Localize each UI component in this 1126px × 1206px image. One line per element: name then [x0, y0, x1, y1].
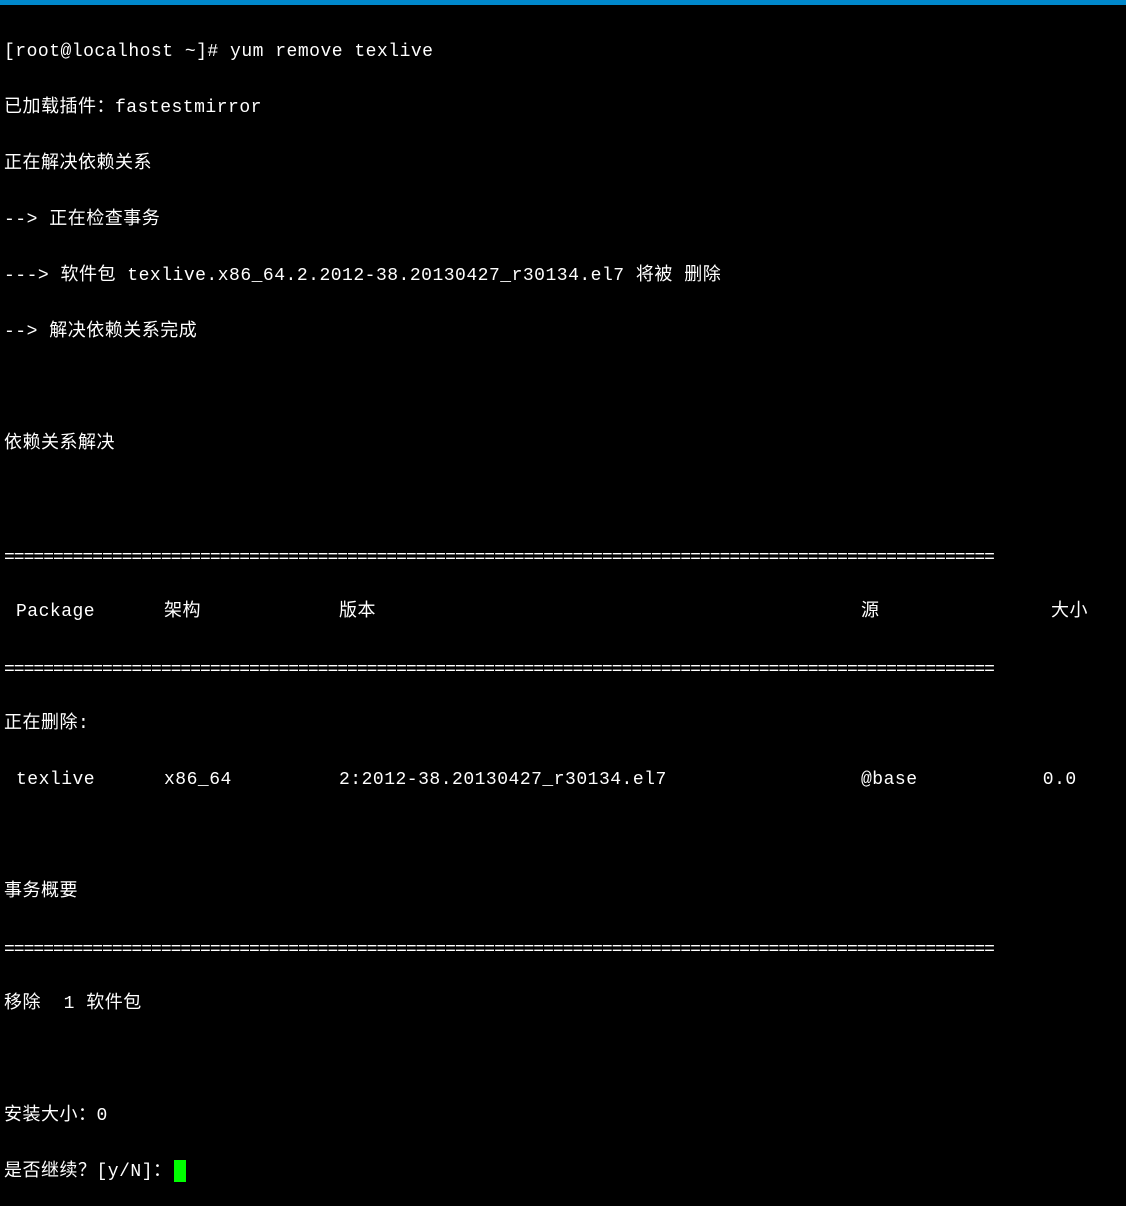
cursor-icon [174, 1160, 186, 1182]
divider-line: ========================================… [4, 657, 1124, 684]
output-line: 依赖关系解决 [4, 431, 1124, 458]
divider-line: ========================================… [4, 937, 1124, 964]
install-size: 安装大小：0 [4, 1103, 1124, 1130]
terminal-output[interactable]: [root@localhost ~]# yum remove texlive 已… [2, 7, 1124, 1206]
removing-label: 正在删除: [4, 711, 1124, 738]
header-repo: 源 [861, 599, 1008, 626]
header-arch: 架构 [164, 599, 339, 626]
continue-prompt: 是否继续？[y/N]： [4, 1162, 172, 1182]
divider-line: ========================================… [4, 545, 1124, 572]
header-package: Package [4, 599, 164, 626]
output-line: ---> 软件包 texlive.x86_64.2.2012-38.201304… [4, 263, 1124, 290]
prompt-line[interactable]: 是否继续？[y/N]： [4, 1159, 1124, 1186]
command-text: yum remove texlive [230, 42, 433, 62]
cell-arch: x86_64 [164, 767, 339, 794]
cell-repo: @base [861, 767, 1008, 794]
output-line: 已加载插件：fastestmirror [4, 95, 1124, 122]
output-line: 正在解决依赖关系 [4, 151, 1124, 178]
table-row: texlivex86_642:2012-38.20130427_r30134.e… [4, 767, 1124, 794]
cell-version: 2:2012-38.20130427_r30134.el7 [339, 767, 861, 794]
output-line [4, 823, 1124, 850]
header-version: 版本 [339, 599, 861, 626]
output-line [4, 375, 1124, 402]
output-line [4, 487, 1124, 514]
cell-package: texlive [4, 767, 164, 794]
shell-prompt: [root@localhost ~]# [4, 42, 230, 62]
cell-size: 0.0 [1008, 767, 1088, 794]
output-line [4, 1047, 1124, 1074]
remove-count: 移除 1 软件包 [4, 991, 1124, 1018]
summary-title: 事务概要 [4, 879, 1124, 906]
header-size: 大小 [1008, 599, 1088, 626]
table-header: Package架构版本源大小 [4, 599, 1124, 626]
output-line: --> 解决依赖关系完成 [4, 319, 1124, 346]
output-line: --> 正在检查事务 [4, 207, 1124, 234]
